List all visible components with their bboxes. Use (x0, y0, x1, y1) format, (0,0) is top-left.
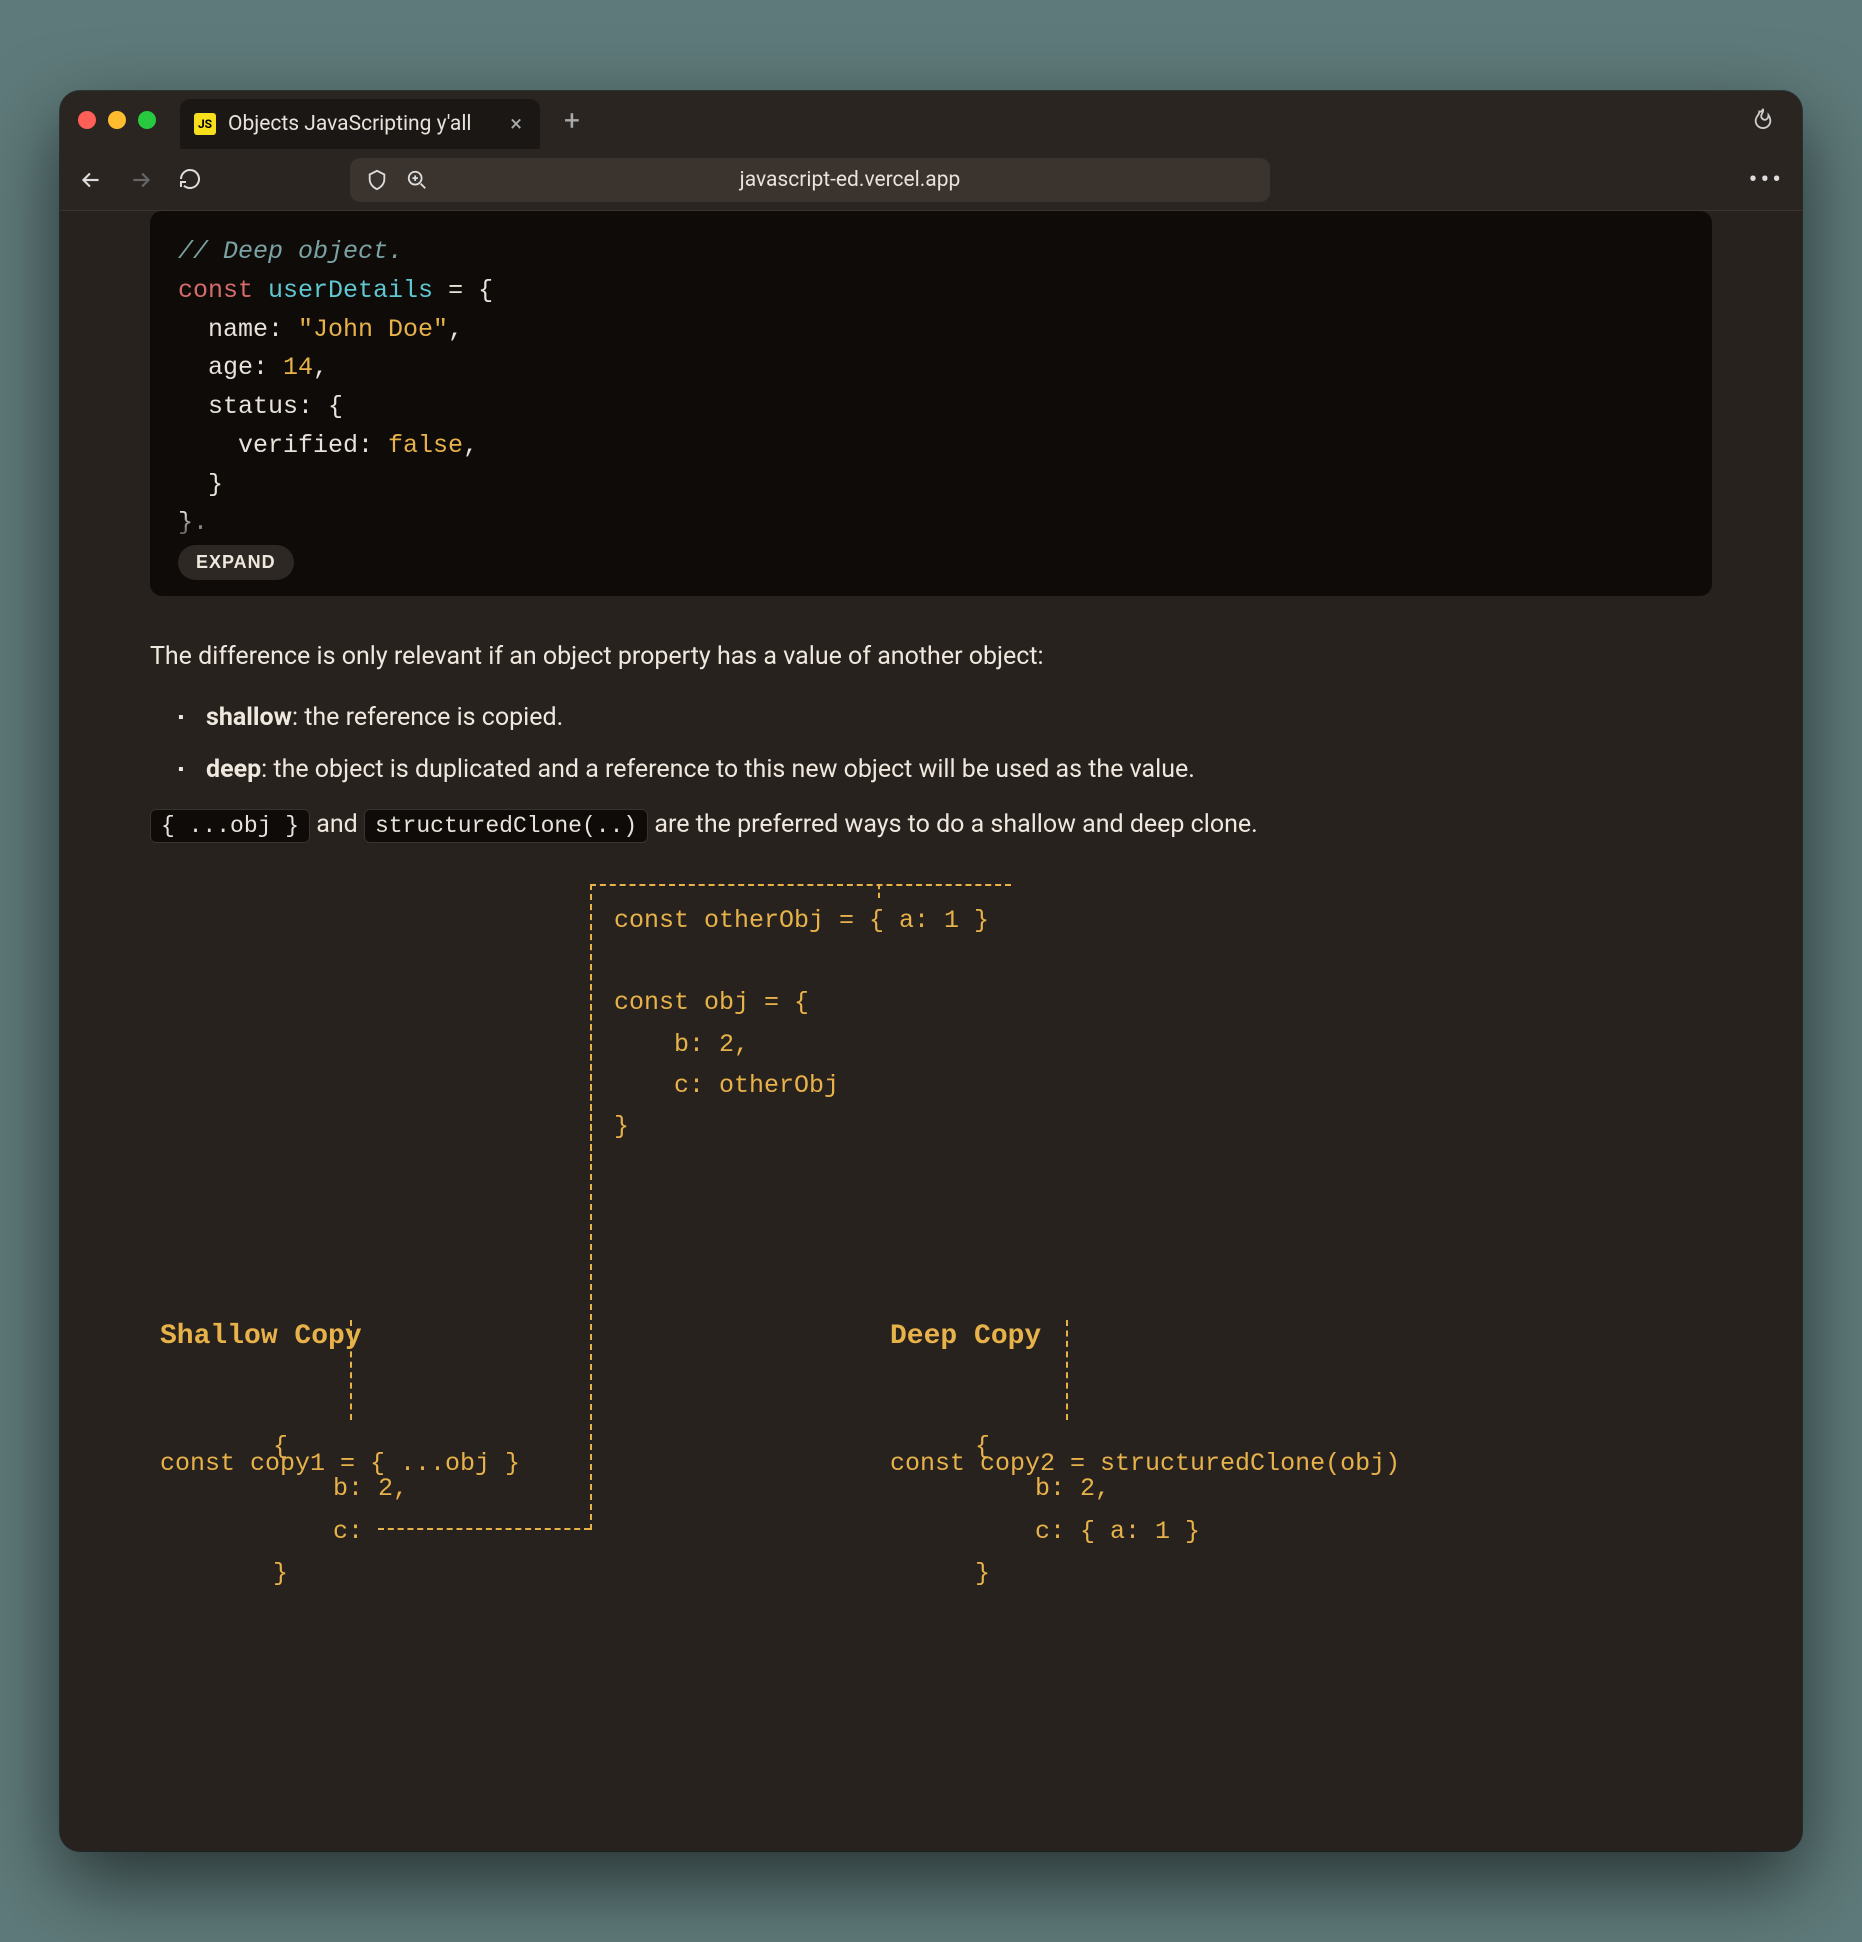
favicon-js-icon: JS (194, 113, 216, 135)
close-tab-button[interactable]: × (510, 112, 522, 137)
code-bool: false (388, 431, 463, 460)
code-text: // Deep object. const userDetails = { na… (178, 233, 1684, 543)
diagram-source-code: const otherObj = { a: 1 } const obj = { … (590, 884, 1011, 1162)
diagram-source-text: const otherObj = { a: 1 } const obj = { … (614, 900, 989, 1148)
code-number: 14 (283, 353, 313, 382)
code-punc: , (313, 353, 328, 382)
diagram-shallow-title: Shallow Copy (160, 1314, 520, 1360)
code-prop: age: (178, 353, 283, 382)
code-punc: , (463, 431, 478, 460)
bullet-text: : the reference is copied. (292, 703, 563, 732)
bullet-list: shallow: the reference is copied. deep: … (178, 699, 1712, 788)
code-punc: } (178, 470, 223, 499)
new-tab-button[interactable]: + (554, 104, 590, 137)
overflow-menu-button[interactable]: ••• (1749, 165, 1784, 195)
code-prop: status: { (178, 392, 343, 421)
code-punc: = { (433, 276, 493, 305)
shield-icon[interactable] (366, 169, 388, 191)
code-punc: , (448, 315, 463, 344)
zoom-icon[interactable] (406, 169, 428, 191)
code-punc: }. (178, 508, 208, 537)
inline-code-spread: { ...obj } (150, 809, 310, 843)
diagram-deep-result: { b: 2, c: { a: 1 } } (975, 1426, 1200, 1596)
minimize-window-button[interactable] (108, 111, 126, 129)
url-text: javascript-ed.vercel.app (446, 168, 1254, 192)
page-content: // Deep object. const userDetails = { na… (60, 211, 1802, 1851)
list-item: deep: the object is duplicated and a ref… (178, 751, 1712, 789)
fullscreen-window-button[interactable] (138, 111, 156, 129)
close-window-button[interactable] (78, 111, 96, 129)
bullet-text: : the object is duplicated and a referen… (261, 755, 1195, 784)
url-bar[interactable]: javascript-ed.vercel.app (350, 158, 1270, 202)
clone-diagram: const otherObj = { a: 1 } const obj = { … (150, 872, 1712, 1572)
diagram-shallow-result-text: { b: 2, c: } (273, 1426, 408, 1596)
reload-button[interactable] (178, 167, 202, 193)
browser-tab[interactable]: JS Objects JavaScripting y'all × (180, 99, 540, 149)
expand-button[interactable]: EXPAND (178, 545, 294, 580)
flame-icon[interactable] (1752, 105, 1774, 135)
code-prop: verified: (178, 431, 388, 460)
back-button[interactable] (78, 167, 104, 193)
diagram-shallow-result: { b: 2, c: } (273, 1426, 408, 1596)
list-item: shallow: the reference is copied. (178, 699, 1712, 737)
code-identifier: userDetails (268, 276, 433, 305)
diagram-connector (1066, 1320, 1068, 1420)
diagram-connector (590, 884, 592, 1530)
diagram-deep-title: Deep Copy (890, 1314, 1400, 1360)
browser-window: JS Objects JavaScripting y'all × + (60, 91, 1802, 1851)
code-comment: // Deep object. (178, 237, 403, 266)
inline-code-structured-clone: structuredClone(..) (364, 809, 648, 843)
text-rest: are the preferred ways to do a shallow a… (648, 810, 1258, 839)
bullet-label: deep (206, 755, 261, 784)
diagram-connector (350, 1320, 352, 1420)
window-controls (78, 111, 156, 129)
code-block: // Deep object. const userDetails = { na… (150, 211, 1712, 596)
forward-button[interactable] (128, 167, 154, 193)
diagram-deep-result-text: { b: 2, c: { a: 1 } } (975, 1426, 1200, 1596)
toolbar: javascript-ed.vercel.app ••• (60, 149, 1802, 211)
code-string: "John Doe" (298, 315, 448, 344)
code-prop: name: (178, 315, 298, 344)
bullet-label: shallow (206, 703, 292, 732)
text-and: and (310, 810, 364, 839)
paragraph: { ...obj } and structuredClone(..) are t… (150, 806, 1712, 844)
code-keyword: const (178, 276, 253, 305)
tab-title: Objects JavaScripting y'all (228, 112, 472, 136)
titlebar: JS Objects JavaScripting y'all × + (60, 91, 1802, 149)
paragraph: The difference is only relevant if an ob… (150, 638, 1712, 676)
